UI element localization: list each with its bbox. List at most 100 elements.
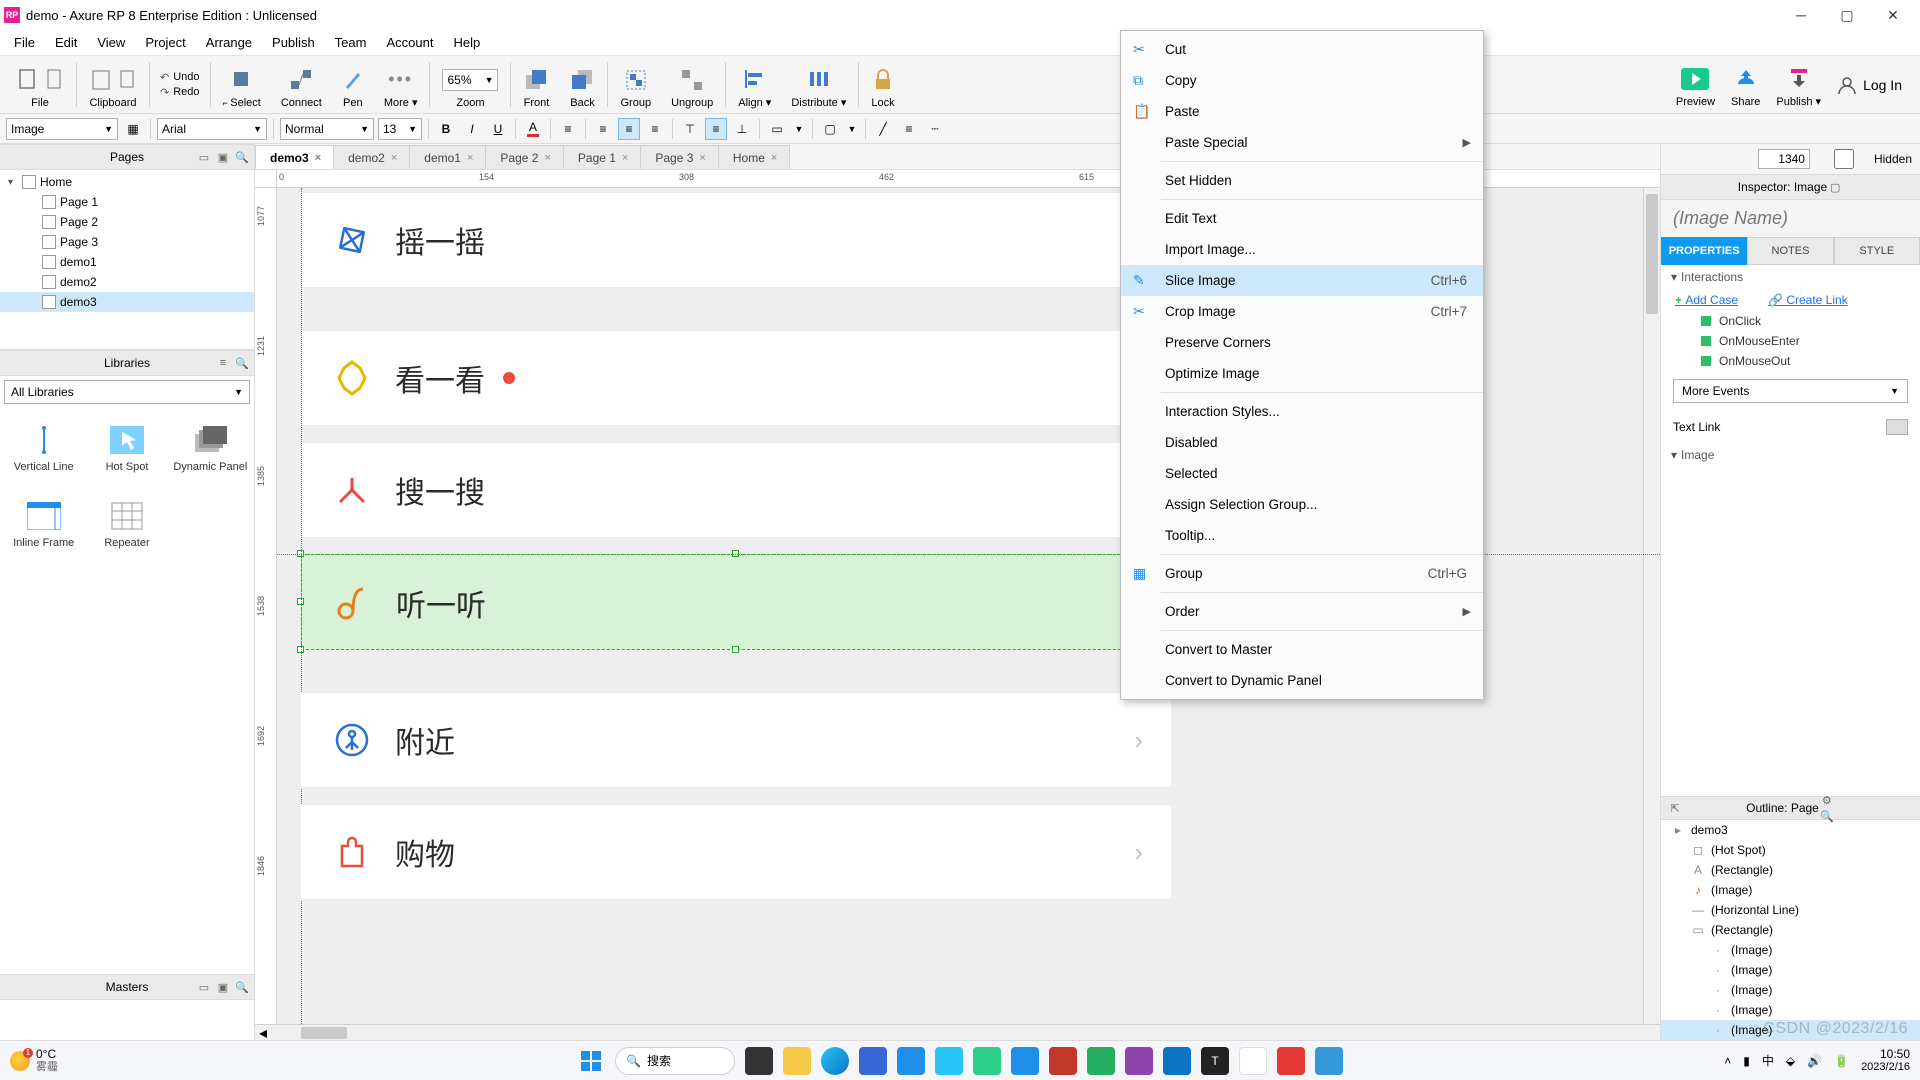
outline-item[interactable]: ·(Image) xyxy=(1661,980,1920,1000)
context-menu-item[interactable]: ✂Cut xyxy=(1121,34,1483,65)
line-button[interactable]: ╱ xyxy=(872,118,894,140)
tab-close-icon[interactable]: × xyxy=(467,152,473,164)
taskbar-app-15[interactable] xyxy=(1277,1047,1305,1075)
inspector-popout-icon[interactable]: ▢ xyxy=(1827,179,1843,195)
align-right-button[interactable]: ≡ xyxy=(644,118,666,140)
document-tab[interactable]: demo3× xyxy=(255,145,334,169)
preview-button[interactable]: Preview xyxy=(1676,62,1715,108)
menu-file[interactable]: File xyxy=(4,32,45,53)
taskbar-app-11[interactable] xyxy=(1125,1047,1153,1075)
clipboard-group[interactable]: Clipboard xyxy=(79,56,147,113)
tray-time[interactable]: 10:50 xyxy=(1880,1048,1910,1061)
more-events-select[interactable]: More Events▼ xyxy=(1673,379,1908,403)
system-tray[interactable]: ˄ ▮ 中 ⬙ 🔊 🔋 10:50 2023/2/16 xyxy=(1724,1048,1910,1073)
font-size-select[interactable]: 13▼ xyxy=(378,118,422,140)
document-tab[interactable]: Page 3× xyxy=(640,145,718,169)
context-menu-item[interactable]: ▦GroupCtrl+G xyxy=(1121,558,1483,589)
taskbar-app-7[interactable] xyxy=(973,1047,1001,1075)
context-menu-item[interactable]: ✎Slice ImageCtrl+6 xyxy=(1121,265,1483,296)
bold-button[interactable]: B xyxy=(435,118,457,140)
redo-button[interactable]: ↷Redo xyxy=(160,86,200,99)
select-tool[interactable]: ⌐ Select xyxy=(213,56,271,113)
tray-ime-icon[interactable]: 中 xyxy=(1762,1052,1774,1069)
tray-battery-icon[interactable]: 🔋 xyxy=(1834,1054,1849,1068)
outline-item[interactable]: ·(Image) xyxy=(1661,1000,1920,1020)
pages-search-icon[interactable]: 🔍 xyxy=(234,149,250,165)
menu-team[interactable]: Team xyxy=(325,32,377,53)
outline-item[interactable]: ·(Image) xyxy=(1661,940,1920,960)
masters-folder-icon[interactable]: ▣ xyxy=(215,979,231,995)
tab-close-icon[interactable]: × xyxy=(315,152,321,164)
document-tab[interactable]: demo2× xyxy=(333,145,410,169)
valign-bottom-button[interactable]: ⊥ xyxy=(731,118,753,140)
context-menu-item[interactable]: Edit Text xyxy=(1121,203,1483,234)
tray-volume-icon[interactable]: 🔊 xyxy=(1807,1054,1822,1068)
context-menu-item[interactable]: ⧉Copy xyxy=(1121,65,1483,96)
tray-wifi-icon[interactable]: ⬙ xyxy=(1786,1054,1795,1068)
italic-button[interactable]: I xyxy=(461,118,483,140)
distribute-button[interactable]: Distribute ▾ xyxy=(781,56,856,113)
taskbar-app-6[interactable] xyxy=(935,1047,963,1075)
menu-project[interactable]: Project xyxy=(135,32,195,53)
fill-button[interactable]: ▭ xyxy=(766,118,788,140)
tab-close-icon[interactable]: × xyxy=(544,152,550,164)
page-tree-item[interactable]: Page 1 xyxy=(0,192,254,212)
taskbar-app-4[interactable] xyxy=(859,1047,887,1075)
back-button[interactable]: Back xyxy=(559,56,605,113)
outline-item[interactable]: ♪(Image) xyxy=(1661,880,1920,900)
add-case-link[interactable]: + Add Case xyxy=(1675,293,1738,307)
inspector-tab-style[interactable]: STYLE xyxy=(1834,237,1920,265)
outline-search-icon[interactable]: 🔍 xyxy=(1819,808,1835,824)
context-menu-item[interactable]: Tooltip... xyxy=(1121,520,1483,551)
library-widget[interactable]: Repeater xyxy=(85,486,168,562)
menu-publish[interactable]: Publish xyxy=(262,32,325,53)
page-tree-item[interactable]: demo1 xyxy=(0,252,254,272)
library-widget[interactable]: Hot Spot xyxy=(85,410,168,486)
menu-help[interactable]: Help xyxy=(443,32,490,53)
weather-widget[interactable]: 1 0°C雾霾 xyxy=(10,1048,58,1073)
canvas-list-row[interactable]: 搜一搜 xyxy=(301,442,1171,538)
align-center-button[interactable]: ≡ xyxy=(618,118,640,140)
taskbar-app-12[interactable] xyxy=(1163,1047,1191,1075)
context-menu-item[interactable]: Import Image... xyxy=(1121,234,1483,265)
outline-item[interactable]: ·(Image) xyxy=(1661,960,1920,980)
widget-icon[interactable]: ▦ xyxy=(122,118,144,140)
taskbar-search[interactable]: 🔍搜索 xyxy=(615,1047,735,1075)
undo-button[interactable]: ↶Undo xyxy=(160,71,200,84)
lock-button[interactable]: Lock xyxy=(861,56,904,113)
library-selector[interactable]: All Libraries▼ xyxy=(4,380,250,404)
page-tree-item[interactable]: Page 3 xyxy=(0,232,254,252)
widget-type-select[interactable]: Image▼ xyxy=(6,118,118,140)
font-color-button[interactable]: A xyxy=(522,118,544,140)
share-button[interactable]: Share xyxy=(1731,62,1760,108)
libraries-menu-icon[interactable]: ≡ xyxy=(215,355,231,371)
outline-item[interactable]: ◻(Hot Spot) xyxy=(1661,840,1920,860)
connect-tool[interactable]: Connect xyxy=(271,56,332,113)
context-menu-item[interactable]: Set Hidden xyxy=(1121,165,1483,196)
outer-shadow-button[interactable]: ▢ xyxy=(819,118,841,140)
inspector-tab-notes[interactable]: NOTES xyxy=(1747,237,1833,265)
library-widget[interactable]: Inline Frame xyxy=(2,486,85,562)
shadow-dropdown[interactable]: ▼ xyxy=(845,118,859,140)
outline-item[interactable]: —(Horizontal Line) xyxy=(1661,900,1920,920)
document-tab[interactable]: demo1× xyxy=(409,145,486,169)
context-menu-item[interactable]: Selected xyxy=(1121,458,1483,489)
login-button[interactable]: Log In xyxy=(1837,75,1902,95)
context-menu-item[interactable]: ✂Crop ImageCtrl+7 xyxy=(1121,296,1483,327)
pages-tree[interactable]: ▾HomePage 1Page 2Page 3demo1demo2demo3 xyxy=(0,170,254,350)
event-onclick[interactable]: OnClick xyxy=(1661,311,1920,331)
context-menu-item[interactable]: Preserve Corners xyxy=(1121,327,1483,358)
menu-edit[interactable]: Edit xyxy=(45,32,87,53)
window-minimize[interactable]: ─ xyxy=(1778,0,1824,30)
align-left-button[interactable]: ≡ xyxy=(592,118,614,140)
taskbar-app-3[interactable] xyxy=(821,1047,849,1075)
document-tab[interactable]: Page 2× xyxy=(485,145,563,169)
ungroup-button[interactable]: Ungroup xyxy=(661,56,723,113)
bullets-button[interactable]: ≡ xyxy=(557,118,579,140)
context-menu-item[interactable]: Optimize Image xyxy=(1121,358,1483,389)
line-width-button[interactable]: ≡ xyxy=(898,118,920,140)
outline-item[interactable]: ▸demo3 xyxy=(1661,820,1920,840)
align-button[interactable]: Align ▾ xyxy=(728,56,781,113)
publish-button[interactable]: Publish ▾ xyxy=(1776,61,1821,108)
valign-top-button[interactable]: ⊤ xyxy=(679,118,701,140)
